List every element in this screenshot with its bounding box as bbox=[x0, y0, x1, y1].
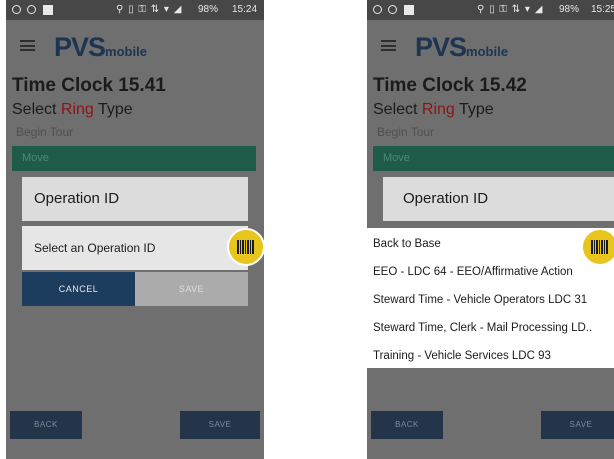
ring-prefix: Select bbox=[12, 101, 61, 118]
ring-option-move[interactable]: Move bbox=[373, 146, 614, 171]
info-icon bbox=[388, 5, 397, 14]
logo-suffix: mobile bbox=[105, 44, 147, 59]
page-title: Time Clock 15.41 bbox=[12, 75, 166, 96]
status-bar: ⚲ ▯ ⚿ ⇅ ▾ ◢ 98% 15:25 bbox=[367, 0, 614, 20]
info-icon bbox=[27, 5, 36, 14]
save-button[interactable]: SAVE bbox=[541, 411, 614, 439]
list-item[interactable]: EEO - LDC 64 - EEO/Affirmative Action bbox=[373, 266, 573, 278]
status-icons: ⚲ ▯ ⚿ ⇅ ▾ ◢ bbox=[116, 4, 183, 15]
barcode-icon bbox=[237, 240, 254, 254]
app-icon bbox=[43, 5, 53, 15]
logo-suffix: mobile bbox=[466, 44, 508, 59]
cancel-button[interactable]: CANCEL bbox=[22, 272, 135, 306]
ring-prefix: Select bbox=[373, 101, 422, 118]
logo-main: PVS bbox=[415, 32, 467, 62]
status-icons: ⚲ ▯ ⚿ ⇅ ▾ ◢ bbox=[477, 4, 544, 15]
app-logo: PVSmobile bbox=[415, 32, 508, 63]
ring-highlight: Ring bbox=[421, 101, 455, 118]
ring-option-begin-tour[interactable]: Begin Tour bbox=[377, 125, 434, 139]
logo-main: PVS bbox=[54, 32, 106, 62]
back-button[interactable]: BACK bbox=[10, 411, 82, 439]
list-item[interactable]: Steward Time, Clerk - Mail Processing LD… bbox=[373, 322, 592, 334]
dialog-title: Operation ID bbox=[22, 177, 248, 221]
list-item[interactable]: Back to Base bbox=[373, 238, 441, 250]
list-item[interactable]: Training - Vehicle Services LDC 93 bbox=[373, 350, 551, 362]
app-icon bbox=[404, 5, 414, 15]
ring-option-begin-tour[interactable]: Begin Tour bbox=[16, 125, 73, 139]
app-logo: PVSmobile bbox=[54, 32, 147, 63]
back-button[interactable]: BACK bbox=[371, 411, 443, 439]
barcode-icon bbox=[591, 240, 608, 254]
status-bar: ⚲ ▯ ⚿ ⇅ ▾ ◢ 98% 15:24 bbox=[6, 0, 264, 20]
list-item[interactable]: Steward Time - Vehicle Operators LDC 31 bbox=[373, 294, 587, 306]
status-time: 15:24 bbox=[232, 4, 258, 15]
page-title: Time Clock 15.42 bbox=[373, 75, 527, 96]
menu-icon[interactable] bbox=[20, 40, 35, 51]
operation-id-select[interactable]: Select an Operation ID bbox=[22, 226, 248, 270]
phone-screen-right: ⚲ ▯ ⚿ ⇅ ▾ ◢ 98% 15:25 PVSmobile Time Clo… bbox=[367, 0, 614, 459]
scan-barcode-button[interactable] bbox=[227, 228, 264, 266]
status-time: 15:25 bbox=[591, 4, 614, 15]
scan-barcode-button[interactable] bbox=[581, 228, 614, 266]
select-ring-type-heading: Select Ring Type bbox=[373, 101, 494, 119]
ring-suffix: Type bbox=[93, 101, 133, 118]
notification-icon bbox=[373, 5, 382, 14]
battery-percent: 98% bbox=[559, 4, 580, 15]
operation-id-list: Back to Base EEO - LDC 64 - EEO/Affirmat… bbox=[367, 228, 614, 368]
battery-percent: 98% bbox=[198, 4, 219, 15]
phone-screen-left: ⚲ ▯ ⚿ ⇅ ▾ ◢ 98% 15:24 PVSmobile Time Clo… bbox=[6, 0, 264, 459]
select-ring-type-heading: Select Ring Type bbox=[12, 101, 133, 119]
save-button[interactable]: SAVE bbox=[180, 411, 260, 439]
dialog-title: Operation ID bbox=[383, 177, 614, 221]
notification-icon bbox=[12, 5, 21, 14]
menu-icon[interactable] bbox=[381, 40, 396, 51]
dialog-save-button[interactable]: SAVE bbox=[135, 272, 248, 306]
app-bar: PVSmobile bbox=[6, 20, 264, 72]
app-bar: PVSmobile bbox=[367, 20, 614, 72]
ring-option-move[interactable]: Move bbox=[12, 146, 256, 171]
ring-suffix: Type bbox=[454, 101, 494, 118]
ring-highlight: Ring bbox=[60, 101, 94, 118]
